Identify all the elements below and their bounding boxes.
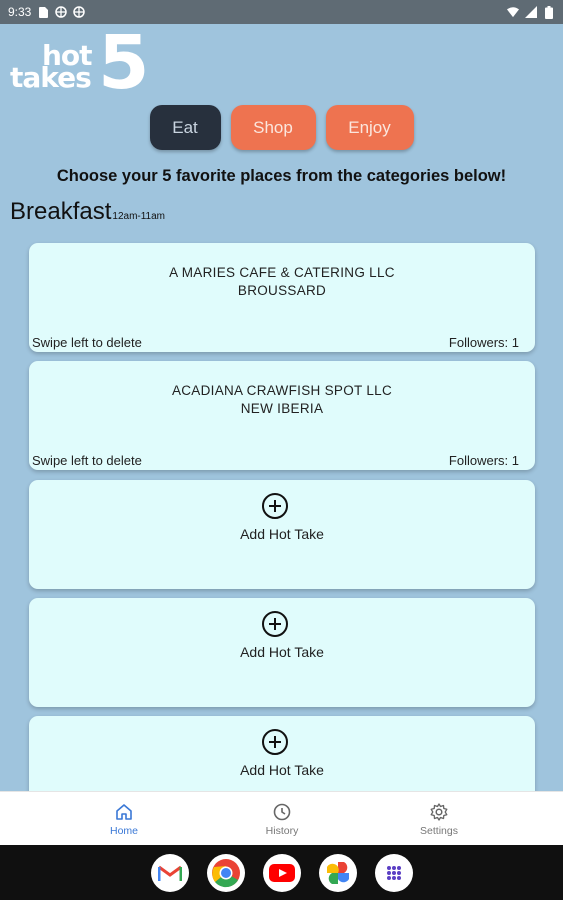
add-hot-take-card[interactable]: Add Hot Take bbox=[29, 716, 535, 791]
add-hot-take-card[interactable]: Add Hot Take bbox=[29, 480, 535, 589]
tab-eat[interactable]: Eat bbox=[149, 105, 221, 150]
battery-icon bbox=[543, 5, 555, 19]
category-tabs: Eat Shop Enjoy bbox=[0, 105, 563, 150]
add-hot-take-label: Add Hot Take bbox=[240, 762, 324, 778]
status-bar-left: 9:33 bbox=[8, 5, 86, 19]
tab-enjoy[interactable]: Enjoy bbox=[325, 105, 414, 150]
nav-settings-label: Settings bbox=[420, 824, 458, 837]
wifi-icon bbox=[507, 6, 519, 18]
add-hot-take-label: Add Hot Take bbox=[240, 526, 324, 542]
nav-history-label: History bbox=[265, 824, 299, 837]
place-info: ACADIANA CRAWFISH SPOT LLC NEW IBERIA bbox=[29, 382, 535, 418]
swipe-hint: Swipe left to delete bbox=[32, 453, 142, 468]
section-title: Breakfast bbox=[10, 198, 112, 225]
place-info: A MARIES CAFE & CATERING LLC BROUSSARD bbox=[29, 264, 535, 300]
logo-takes: takes bbox=[10, 61, 92, 94]
app-drawer-icon[interactable] bbox=[374, 853, 413, 892]
place-location: BROUSSARD bbox=[237, 283, 327, 298]
sim-card-icon bbox=[37, 6, 49, 18]
hot-takes-logo: hot takes 5 bbox=[10, 26, 150, 100]
nav-home-label: Home bbox=[109, 824, 138, 837]
app-content: hot takes 5 Eat Shop Enjoy Choose your 5… bbox=[0, 24, 563, 791]
home-icon bbox=[116, 803, 132, 820]
clock-icon bbox=[273, 803, 291, 820]
followers-count: Followers: 1 bbox=[448, 335, 519, 350]
logo-five: 5 bbox=[98, 24, 150, 106]
section-hours: 12am-11am bbox=[112, 211, 166, 222]
bottom-navigation: Home History Settings bbox=[0, 791, 563, 845]
status-bar: 9:33 bbox=[0, 0, 563, 24]
status-time: 9:33 bbox=[8, 5, 32, 19]
nav-home[interactable]: Home bbox=[94, 792, 154, 846]
youtube-icon[interactable] bbox=[262, 853, 301, 892]
globe-icon bbox=[73, 6, 86, 18]
nav-history[interactable]: History bbox=[252, 792, 312, 846]
add-circle-icon[interactable] bbox=[261, 610, 289, 638]
place-name: A MARIES CAFE & CATERING LLC bbox=[169, 265, 395, 280]
hot-take-card[interactable]: A MARIES CAFE & CATERING LLC BROUSSARD S… bbox=[29, 243, 535, 352]
gmail-icon[interactable] bbox=[150, 853, 189, 892]
followers-count: Followers: 1 bbox=[448, 453, 519, 468]
add-circle-icon[interactable] bbox=[261, 492, 289, 520]
nav-settings[interactable]: Settings bbox=[409, 792, 469, 846]
swipe-hint: Swipe left to delete bbox=[32, 335, 142, 350]
add-hot-take-card[interactable]: Add Hot Take bbox=[29, 598, 535, 707]
status-bar-right bbox=[507, 5, 555, 19]
signal-icon bbox=[525, 6, 537, 18]
globe-icon bbox=[55, 6, 68, 18]
place-location: NEW IBERIA bbox=[240, 401, 324, 416]
section-header: Breakfast 12am-11am bbox=[10, 198, 165, 226]
instructions-text: Choose your 5 favorite places from the c… bbox=[56, 167, 507, 185]
system-dock bbox=[0, 845, 563, 900]
gear-icon bbox=[430, 802, 448, 821]
chrome-icon[interactable] bbox=[206, 853, 245, 892]
add-hot-take-label: Add Hot Take bbox=[240, 644, 324, 660]
place-name: ACADIANA CRAWFISH SPOT LLC bbox=[171, 383, 393, 398]
add-circle-icon[interactable] bbox=[261, 728, 289, 756]
hot-take-card[interactable]: ACADIANA CRAWFISH SPOT LLC NEW IBERIA Sw… bbox=[29, 361, 535, 470]
tab-shop[interactable]: Shop bbox=[230, 105, 316, 150]
photos-icon[interactable] bbox=[318, 853, 357, 892]
